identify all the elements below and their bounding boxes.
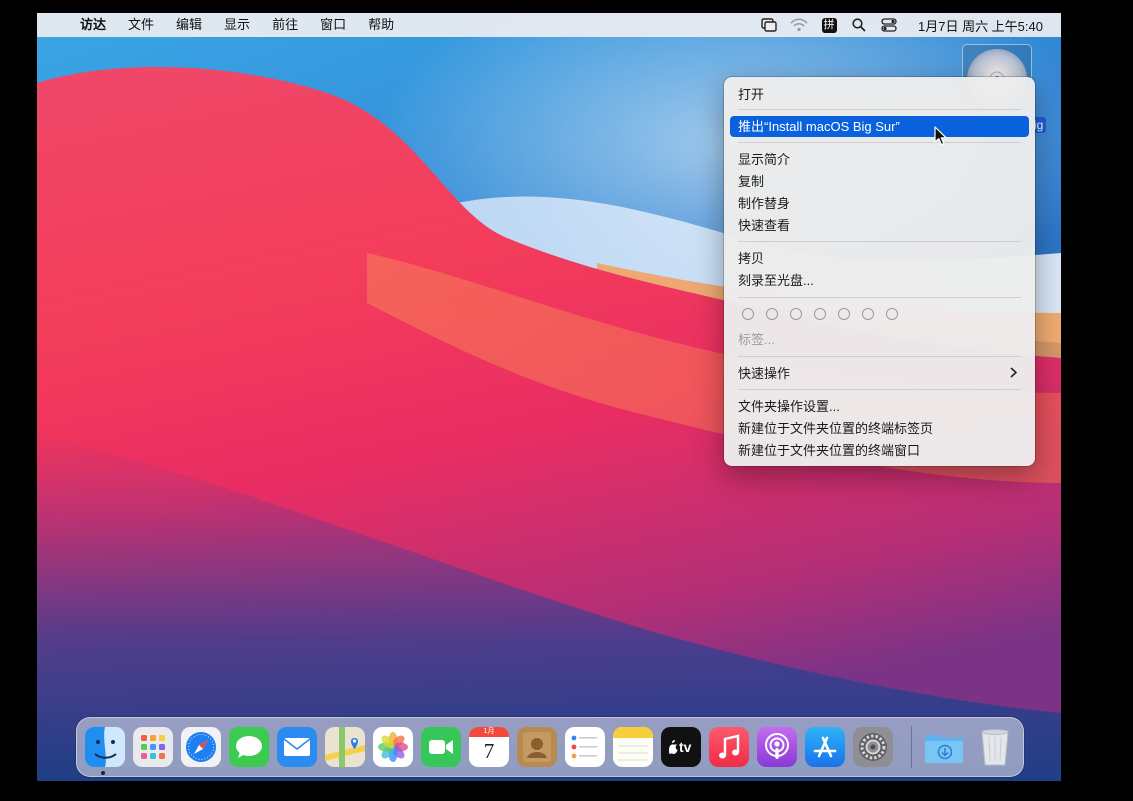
input-method-icon[interactable]: 拼 [814, 13, 844, 37]
status-area: 拼 1月7日 周六 上午5:40 [754, 13, 1061, 37]
menu-separator [738, 109, 1021, 110]
quick-actions-label: 快速操作 [738, 366, 791, 381]
menu-item-copy[interactable]: 拷贝 [730, 248, 1029, 269]
reminders-icon[interactable] [565, 727, 605, 767]
menu-item-duplicate[interactable]: 复制 [730, 171, 1029, 192]
menu-separator [738, 142, 1021, 143]
desktop-screen: 访达 文件 编辑 显示 前往 窗口 帮助 拼 1月7日 周六 上午5:40 ig… [37, 13, 1061, 781]
menu-edit[interactable]: 编辑 [165, 13, 213, 37]
menu-item-burn-to-disc[interactable]: 刻录至光盘... [730, 270, 1029, 291]
mouse-pointer-icon [934, 126, 947, 146]
downloads-folder-icon[interactable] [923, 727, 963, 767]
app-store-icon[interactable] [805, 727, 845, 767]
apple-tv-label: tv [679, 739, 692, 755]
launchpad-icon[interactable] [133, 727, 173, 767]
tag-color-dot[interactable] [742, 308, 754, 320]
music-icon[interactable] [709, 727, 749, 767]
menu-item-new-terminal-tab[interactable]: 新建位于文件夹位置的终端标签页 [730, 418, 1029, 439]
finder-icon[interactable] [85, 727, 125, 767]
menu-separator [738, 356, 1021, 357]
apple-tv-icon[interactable]: tv [661, 727, 701, 767]
menu-bar-clock[interactable]: 1月7日 周六 上午5:40 [904, 16, 1061, 35]
menu-help[interactable]: 帮助 [357, 13, 405, 37]
menu-item-tags[interactable]: 标签... [730, 329, 1029, 350]
context-menu: 打开 推出“Install macOS Big Sur” 显示简介 复制 制作替… [724, 77, 1035, 466]
system-preferences-icon[interactable] [853, 727, 893, 767]
menu-item-eject[interactable]: 推出“Install macOS Big Sur” [730, 116, 1029, 137]
photos-icon[interactable] [373, 727, 413, 767]
dock: 1月 7 tv [76, 717, 1024, 777]
menu-item-quick-look[interactable]: 快速查看 [730, 215, 1029, 236]
menu-separator [738, 297, 1021, 298]
facetime-icon[interactable] [421, 727, 461, 767]
mail-icon[interactable] [277, 727, 317, 767]
apple-menu-icon[interactable] [37, 13, 69, 37]
menu-bar: 访达 文件 编辑 显示 前往 窗口 帮助 拼 1月7日 周六 上午5:40 [37, 13, 1061, 37]
chevron-right-icon [1010, 363, 1018, 384]
podcasts-icon[interactable] [757, 727, 797, 767]
tag-color-dot[interactable] [838, 308, 850, 320]
spotlight-search-icon[interactable] [844, 13, 874, 37]
menu-item-quick-actions[interactable]: 快速操作 [730, 363, 1029, 384]
menu-separator [738, 389, 1021, 390]
calendar-day-label: 7 [483, 739, 495, 763]
safari-icon[interactable] [181, 727, 221, 767]
contacts-icon[interactable] [517, 727, 557, 767]
control-center-icon[interactable] [874, 13, 904, 37]
menu-item-make-alias[interactable]: 制作替身 [730, 193, 1029, 214]
tag-color-dot[interactable] [814, 308, 826, 320]
trash-icon[interactable] [975, 727, 1015, 767]
tag-color-dot[interactable] [790, 308, 802, 320]
messages-icon[interactable] [229, 727, 269, 767]
tag-color-dot[interactable] [862, 308, 874, 320]
menu-go[interactable]: 前往 [261, 13, 309, 37]
tag-color-dot[interactable] [766, 308, 778, 320]
menu-view[interactable]: 显示 [213, 13, 261, 37]
menu-app-finder[interactable]: 访达 [69, 13, 117, 37]
calendar-month-label: 1月 [483, 728, 495, 735]
tag-color-dot[interactable] [886, 308, 898, 320]
menu-item-new-terminal-window[interactable]: 新建位于文件夹位置的终端窗口 [730, 440, 1029, 461]
screen-mirroring-icon[interactable] [754, 13, 784, 37]
calendar-icon[interactable]: 1月 7 [469, 727, 509, 767]
menu-separator [738, 241, 1021, 242]
menu-window[interactable]: 窗口 [309, 13, 357, 37]
notes-icon[interactable] [613, 727, 653, 767]
wifi-icon[interactable] [784, 13, 814, 37]
menu-item-get-info[interactable]: 显示简介 [730, 149, 1029, 170]
menu-item-open[interactable]: 打开 [730, 84, 1029, 105]
maps-icon[interactable] [325, 727, 365, 767]
dock-separator [911, 726, 912, 768]
running-indicator [101, 771, 105, 775]
menu-file[interactable]: 文件 [117, 13, 165, 37]
menu-item-folder-actions-setup[interactable]: 文件夹操作设置... [730, 396, 1029, 417]
